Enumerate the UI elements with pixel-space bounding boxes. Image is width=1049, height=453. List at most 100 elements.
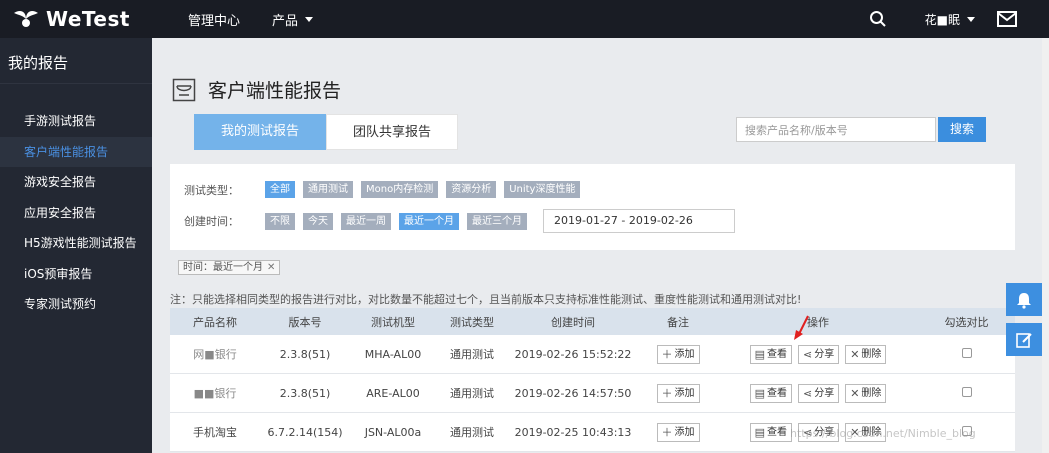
- view-icon: ▤: [754, 347, 765, 361]
- product-name: ■■银行: [193, 387, 237, 400]
- view-icon: ▤: [754, 425, 765, 439]
- time-chip-last-week[interactable]: 最近一周: [341, 212, 391, 230]
- close-icon[interactable]: ✕: [267, 262, 275, 273]
- compare-cell: [918, 386, 1015, 400]
- col-header: 创建时间: [551, 315, 595, 329]
- sidebar-item-h5-performance-report[interactable]: H5游戏性能测试报告: [0, 228, 152, 259]
- type-chip-unity-deep[interactable]: Unity深度性能: [504, 181, 581, 198]
- view-icon: ▤: [754, 386, 765, 400]
- sidebar-item-ios-prereview-report[interactable]: iOS预审报告: [0, 259, 152, 290]
- caret-down-icon: [305, 16, 314, 22]
- sidebar-item-app-security-report[interactable]: 应用安全报告: [0, 198, 152, 229]
- logo[interactable]: WeTest: [12, 7, 152, 31]
- test-type: 通用测试: [450, 426, 494, 439]
- compare-cell: [918, 347, 1015, 361]
- button-label: 查看: [766, 426, 787, 438]
- search-icon[interactable]: [869, 10, 887, 28]
- user-menu[interactable]: 花■眠: [925, 11, 975, 28]
- page-title: 客户端性能报告: [208, 80, 342, 102]
- feedback-button[interactable]: [1006, 323, 1042, 356]
- search-input[interactable]: 搜索产品名称/版本号: [736, 117, 936, 142]
- compare-checkbox[interactable]: [961, 386, 972, 397]
- sidebar-item-expert-test-booking[interactable]: 专家测试预约: [0, 289, 152, 320]
- test-type-filter: 测试类型： 全部 通用测试 Mono内存检测 资源分析 Unity深度性能: [184, 181, 588, 198]
- date-range-input[interactable]: 2019-01-27 - 2019-02-26: [543, 209, 735, 233]
- main-content: 客户端性能报告 我的测试报告 团队共享报告 搜索产品名称/版本号 搜索 测试类型…: [152, 38, 1049, 453]
- sidebar-item-game-security-report[interactable]: 游戏安全报告: [0, 167, 152, 198]
- share-button[interactable]: ⋖ 分享: [797, 344, 840, 364]
- share-button[interactable]: ⋖ 分享: [797, 383, 840, 403]
- delete-button[interactable]: ✕ 删除: [845, 344, 887, 364]
- time-chip-today[interactable]: 今天: [303, 212, 333, 230]
- watermark: https://blog.csdn.net/Nimble_blog: [790, 427, 976, 440]
- plus-icon: ＋: [661, 425, 673, 439]
- nav-management-center[interactable]: 管理中心: [188, 10, 240, 29]
- sidebar-item-client-performance-report[interactable]: 客户端性能报告: [0, 136, 152, 167]
- created-time: 2019-02-25 10:43:13: [514, 425, 632, 439]
- sidebar-list: 手游测试报告 客户端性能报告 游戏安全报告 应用安全报告 H5游戏性能测试报告 …: [0, 106, 152, 320]
- col-header: 测试类型: [450, 315, 494, 329]
- add-remark-button[interactable]: ＋添加: [656, 344, 700, 364]
- plus-icon: ＋: [661, 386, 673, 400]
- type-chip-mono-memory[interactable]: Mono内存检测: [361, 181, 439, 198]
- table-row: ■■银行 2.3.8(51) ARE-AL00 通用测试 2019-02-26 …: [170, 374, 1015, 413]
- report-tabs: 我的测试报告 团队共享报告: [194, 114, 458, 150]
- search-button[interactable]: 搜索: [938, 117, 986, 142]
- page-header: 客户端性能报告: [172, 76, 341, 103]
- chat-bell-button[interactable]: [1006, 283, 1042, 316]
- view-button[interactable]: ▤ 查看: [749, 344, 792, 364]
- compare-note: 注：只能选择相同类型的报告进行对比，对比数量不能超过七个，且当前版本只支持标准性…: [170, 293, 802, 306]
- version: 2.3.8(51): [279, 347, 331, 361]
- table-header: 产品名称 版本号 测试机型 测试类型 创建时间 备注 操作 勾选对比: [170, 308, 1015, 335]
- logo-text: WeTest: [46, 7, 130, 31]
- filter-panel: 测试类型： 全部 通用测试 Mono内存检测 资源分析 Unity深度性能 创建…: [170, 164, 1015, 250]
- test-type: 通用测试: [450, 387, 494, 400]
- created-time: 2019-02-26 14:57:50: [514, 386, 632, 400]
- nav-products-dropdown[interactable]: 产品: [272, 10, 314, 29]
- sidebar: 我的报告 手游测试报告 客户端性能报告 游戏安全报告 应用安全报告 H5游戏性能…: [0, 38, 152, 453]
- button-label: 分享: [814, 387, 835, 399]
- remark-cell: ＋添加: [638, 344, 718, 364]
- mail-icon[interactable]: [997, 11, 1017, 27]
- created-time-filter: 创建时间： 不限 今天 最近一周 最近一个月 最近三个月 2019-01-27 …: [184, 209, 735, 233]
- device-model: ARE-AL00: [366, 386, 420, 400]
- top-nav: 管理中心 产品: [188, 10, 345, 29]
- type-chip-resource-analysis[interactable]: 资源分析: [446, 181, 497, 198]
- scrollbar[interactable]: [1042, 38, 1049, 453]
- edit-icon: [1016, 332, 1032, 348]
- plus-icon: ＋: [661, 347, 673, 361]
- nav-label: 产品: [272, 13, 299, 29]
- delete-icon: ✕: [850, 386, 860, 400]
- delete-button[interactable]: ✕ 删除: [845, 383, 887, 403]
- button-label: 添加: [674, 387, 695, 399]
- time-chip-last-three-months[interactable]: 最近三个月: [467, 212, 527, 230]
- logo-icon: [12, 9, 40, 29]
- type-chip-all[interactable]: 全部: [265, 181, 295, 198]
- col-header: 勾选对比: [944, 315, 989, 329]
- button-label: 查看: [766, 387, 787, 399]
- version: 2.3.8(51): [279, 386, 331, 400]
- table-row: 网■银行 2.3.8(51) MHA-AL00 通用测试 2019-02-26 …: [170, 335, 1015, 374]
- sidebar-title: 我的报告: [0, 38, 152, 84]
- add-remark-button[interactable]: ＋添加: [656, 383, 700, 403]
- product-name: 手机淘宝: [193, 426, 237, 439]
- time-chip-last-month[interactable]: 最近一个月: [399, 212, 459, 230]
- view-button[interactable]: ▤ 查看: [749, 422, 792, 442]
- button-label: 删除: [861, 348, 882, 360]
- add-remark-button[interactable]: ＋添加: [656, 422, 700, 442]
- button-label: 查看: [766, 348, 787, 360]
- filter-label: 测试类型：: [184, 183, 239, 197]
- compare-checkbox[interactable]: [961, 347, 972, 358]
- red-arrow-annotation: [794, 315, 809, 340]
- delete-icon: ✕: [850, 347, 860, 361]
- view-button[interactable]: ▤ 查看: [749, 383, 792, 403]
- type-chip-general[interactable]: 通用测试: [303, 181, 353, 198]
- tab-my-reports[interactable]: 我的测试报告: [194, 114, 326, 150]
- user-name: 花■眠: [924, 12, 960, 27]
- tab-team-shared-reports[interactable]: 团队共享报告: [326, 114, 458, 150]
- time-chip-any[interactable]: 不限: [265, 212, 295, 230]
- sidebar-item-mobile-game-report[interactable]: 手游测试报告: [0, 106, 152, 137]
- button-label: 添加: [674, 348, 695, 360]
- bell-icon: [1017, 292, 1031, 309]
- button-label: 分享: [814, 348, 835, 360]
